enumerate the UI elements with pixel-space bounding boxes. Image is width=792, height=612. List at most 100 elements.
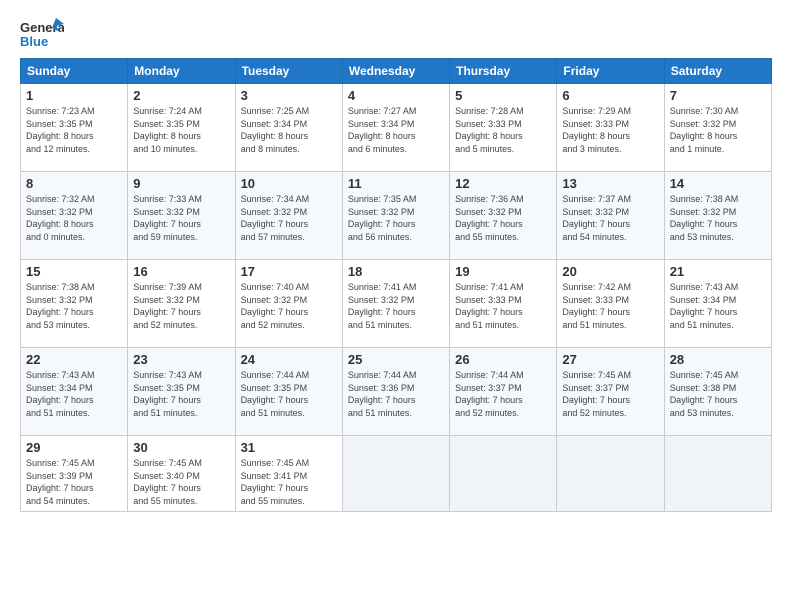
th-sunday: Sunday xyxy=(21,59,128,84)
weekday-header-row: Sunday Monday Tuesday Wednesday Thursday… xyxy=(21,59,772,84)
th-monday: Monday xyxy=(128,59,235,84)
day-number: 14 xyxy=(670,176,766,191)
day-number: 7 xyxy=(670,88,766,103)
calendar-table: Sunday Monday Tuesday Wednesday Thursday… xyxy=(20,58,772,512)
day-number: 25 xyxy=(348,352,444,367)
day-number: 17 xyxy=(241,264,337,279)
calendar-cell xyxy=(664,436,771,512)
day-number: 5 xyxy=(455,88,551,103)
day-info: Sunrise: 7:35 AMSunset: 3:32 PMDaylight:… xyxy=(348,193,444,243)
day-number: 23 xyxy=(133,352,229,367)
day-number: 6 xyxy=(562,88,658,103)
calendar-cell: 6Sunrise: 7:29 AMSunset: 3:33 PMDaylight… xyxy=(557,84,664,172)
day-info: Sunrise: 7:44 AMSunset: 3:35 PMDaylight:… xyxy=(241,369,337,419)
day-info: Sunrise: 7:30 AMSunset: 3:32 PMDaylight:… xyxy=(670,105,766,155)
day-info: Sunrise: 7:39 AMSunset: 3:32 PMDaylight:… xyxy=(133,281,229,331)
calendar-cell xyxy=(557,436,664,512)
day-info: Sunrise: 7:25 AMSunset: 3:34 PMDaylight:… xyxy=(241,105,337,155)
day-number: 20 xyxy=(562,264,658,279)
day-info: Sunrise: 7:44 AMSunset: 3:36 PMDaylight:… xyxy=(348,369,444,419)
calendar-cell: 18 Sunrise: 7:41 AMSunset: 3:32 PMDayligh… xyxy=(342,260,449,348)
logo-icon: General Blue xyxy=(20,16,64,50)
calendar-cell: 8 Sunrise: 7:32 AMSunset: 3:32 PMDaylight… xyxy=(21,172,128,260)
th-friday: Friday xyxy=(557,59,664,84)
day-number: 4 xyxy=(348,88,444,103)
calendar-cell: 21Sunrise: 7:43 AMSunset: 3:34 PMDayligh… xyxy=(664,260,771,348)
day-number: 29 xyxy=(26,440,122,455)
day-number: 21 xyxy=(670,264,766,279)
day-info: Sunrise: 7:41 AMSunset: 3:33 PMDaylight:… xyxy=(455,281,551,331)
day-number: 19 xyxy=(455,264,551,279)
day-info: Sunrise: 7:40 AMSunset: 3:32 PMDaylight:… xyxy=(241,281,337,331)
calendar-cell: 24 Sunrise: 7:44 AMSunset: 3:35 PMDayligh… xyxy=(235,348,342,436)
calendar-cell: 20 Sunrise: 7:42 AMSunset: 3:33 PMDayligh… xyxy=(557,260,664,348)
page: General Blue Sunday Monday Tuesday Wedne… xyxy=(0,0,792,612)
day-info: Sunrise: 7:37 AMSunset: 3:32 PMDaylight:… xyxy=(562,193,658,243)
day-info: Sunrise: 7:43 AMSunset: 3:34 PMDaylight:… xyxy=(26,369,122,419)
calendar-cell: 14 Sunrise: 7:38 AMSunset: 3:32 PMDayligh… xyxy=(664,172,771,260)
th-tuesday: Tuesday xyxy=(235,59,342,84)
calendar-cell: 7 Sunrise: 7:30 AMSunset: 3:32 PMDaylight… xyxy=(664,84,771,172)
logo: General Blue xyxy=(20,16,64,50)
calendar-cell: 26 Sunrise: 7:44 AMSunset: 3:37 PMDayligh… xyxy=(450,348,557,436)
day-info: Sunrise: 7:41 AMSunset: 3:32 PMDaylight:… xyxy=(348,281,444,331)
day-number: 8 xyxy=(26,176,122,191)
day-number: 22 xyxy=(26,352,122,367)
calendar-cell: 4 Sunrise: 7:27 AMSunset: 3:34 PMDaylight… xyxy=(342,84,449,172)
calendar-cell: 27Sunrise: 7:45 AMSunset: 3:37 PMDayligh… xyxy=(557,348,664,436)
day-number: 15 xyxy=(26,264,122,279)
day-info: Sunrise: 7:38 AMSunset: 3:32 PMDaylight:… xyxy=(670,193,766,243)
day-number: 2 xyxy=(133,88,229,103)
calendar-cell: 23 Sunrise: 7:43 AMSunset: 3:35 PMDayligh… xyxy=(128,348,235,436)
calendar-cell: 29Sunrise: 7:45 AMSunset: 3:39 PMDayligh… xyxy=(21,436,128,512)
day-info: Sunrise: 7:45 AMSunset: 3:40 PMDaylight:… xyxy=(133,457,229,507)
day-number: 30 xyxy=(133,440,229,455)
day-info: Sunrise: 7:45 AMSunset: 3:38 PMDaylight:… xyxy=(670,369,766,419)
th-thursday: Thursday xyxy=(450,59,557,84)
day-number: 31 xyxy=(241,440,337,455)
day-info: Sunrise: 7:34 AMSunset: 3:32 PMDaylight:… xyxy=(241,193,337,243)
day-info: Sunrise: 7:27 AMSunset: 3:34 PMDaylight:… xyxy=(348,105,444,155)
calendar-cell: 1 Sunrise: 7:23 AMSunset: 3:35 PMDaylight… xyxy=(21,84,128,172)
day-info: Sunrise: 7:45 AMSunset: 3:41 PMDaylight:… xyxy=(241,457,337,507)
day-info: Sunrise: 7:36 AMSunset: 3:32 PMDaylight:… xyxy=(455,193,551,243)
calendar-cell: 28 Sunrise: 7:45 AMSunset: 3:38 PMDayligh… xyxy=(664,348,771,436)
calendar-cell: 13 Sunrise: 7:37 AMSunset: 3:32 PMDayligh… xyxy=(557,172,664,260)
calendar-cell: 30 Sunrise: 7:45 AMSunset: 3:40 PMDayligh… xyxy=(128,436,235,512)
header: General Blue xyxy=(20,16,772,50)
calendar-cell xyxy=(450,436,557,512)
day-info: Sunrise: 7:38 AMSunset: 3:32 PMDaylight:… xyxy=(26,281,122,331)
calendar-cell: 11Sunrise: 7:35 AMSunset: 3:32 PMDayligh… xyxy=(342,172,449,260)
day-number: 28 xyxy=(670,352,766,367)
th-saturday: Saturday xyxy=(664,59,771,84)
day-info: Sunrise: 7:43 AMSunset: 3:35 PMDaylight:… xyxy=(133,369,229,419)
day-info: Sunrise: 7:44 AMSunset: 3:37 PMDaylight:… xyxy=(455,369,551,419)
calendar-cell: 22 Sunrise: 7:43 AMSunset: 3:34 PMDayligh… xyxy=(21,348,128,436)
calendar-cell: 9Sunrise: 7:33 AMSunset: 3:32 PMDaylight… xyxy=(128,172,235,260)
calendar-cell xyxy=(342,436,449,512)
svg-text:Blue: Blue xyxy=(20,34,48,49)
calendar-cell: 16Sunrise: 7:39 AMSunset: 3:32 PMDayligh… xyxy=(128,260,235,348)
day-number: 27 xyxy=(562,352,658,367)
day-info: Sunrise: 7:28 AMSunset: 3:33 PMDaylight:… xyxy=(455,105,551,155)
day-number: 1 xyxy=(26,88,122,103)
calendar-cell: 5 Sunrise: 7:28 AMSunset: 3:33 PMDaylight… xyxy=(450,84,557,172)
day-number: 9 xyxy=(133,176,229,191)
calendar-cell: 19 Sunrise: 7:41 AMSunset: 3:33 PMDayligh… xyxy=(450,260,557,348)
day-number: 13 xyxy=(562,176,658,191)
day-info: Sunrise: 7:24 AMSunset: 3:35 PMDaylight:… xyxy=(133,105,229,155)
day-info: Sunrise: 7:42 AMSunset: 3:33 PMDaylight:… xyxy=(562,281,658,331)
calendar-cell: 2 Sunrise: 7:24 AMSunset: 3:35 PMDaylight… xyxy=(128,84,235,172)
day-number: 18 xyxy=(348,264,444,279)
day-number: 12 xyxy=(455,176,551,191)
calendar-cell: 3 Sunrise: 7:25 AMSunset: 3:34 PMDaylight… xyxy=(235,84,342,172)
calendar-cell: 12 Sunrise: 7:36 AMSunset: 3:32 PMDayligh… xyxy=(450,172,557,260)
calendar-cell: 10 Sunrise: 7:34 AMSunset: 3:32 PMDayligh… xyxy=(235,172,342,260)
day-number: 10 xyxy=(241,176,337,191)
day-info: Sunrise: 7:23 AMSunset: 3:35 PMDaylight:… xyxy=(26,105,122,155)
day-number: 3 xyxy=(241,88,337,103)
calendar-cell: 31 Sunrise: 7:45 AMSunset: 3:41 PMDayligh… xyxy=(235,436,342,512)
day-number: 24 xyxy=(241,352,337,367)
day-number: 26 xyxy=(455,352,551,367)
day-info: Sunrise: 7:32 AMSunset: 3:32 PMDaylight:… xyxy=(26,193,122,243)
